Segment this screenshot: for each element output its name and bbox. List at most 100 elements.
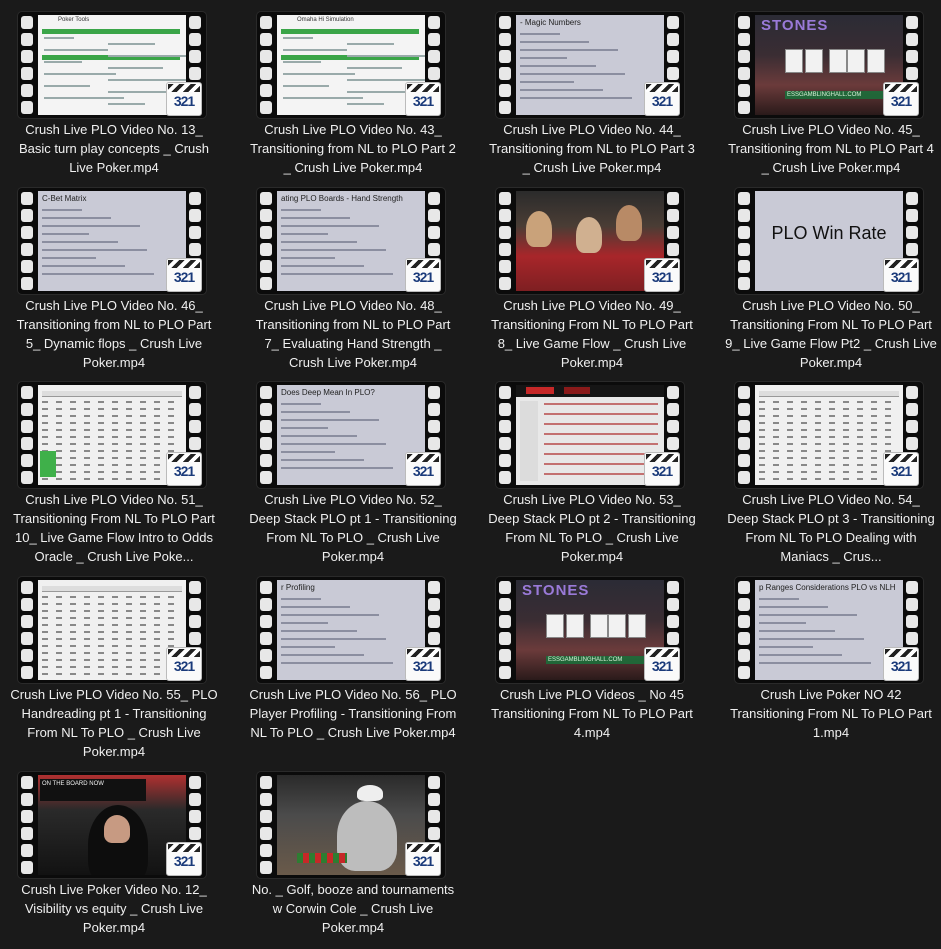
video-frame: p Ranges Considerations PLO vs NLH (755, 580, 903, 680)
film-perforation (738, 386, 752, 484)
film-hole (499, 209, 511, 222)
film-hole (189, 598, 201, 611)
frame-title: Does Deep Mean In PLO? (281, 388, 375, 397)
slide-line (281, 459, 364, 461)
file-name: Crush Live PLO Video No. 48_ Transitioni… (255, 298, 451, 370)
film-hole (667, 67, 679, 80)
film-hole (499, 437, 511, 450)
file-item[interactable]: p Ranges Considerations PLO vs NLH 321 Cru… (725, 565, 941, 745)
frame-title: Omaha Hi Simulation (297, 17, 354, 23)
film-perforation (21, 386, 35, 484)
film-hole (260, 101, 272, 114)
sheet-line (108, 43, 155, 45)
mpc-player-icon: 321 (166, 258, 202, 292)
file-item[interactable]: PLO Win Rate 321 Crush Live PLO Video No. … (725, 176, 941, 370)
video-thumbnail: Does Deep Mean In PLO? 321 (257, 382, 445, 488)
film-hole (21, 632, 33, 645)
site-logo (564, 387, 590, 394)
file-item[interactable]: 321 Crush Live PLO Video No. 53_ Deep Sta… (486, 370, 716, 564)
clapboard-icon (168, 260, 200, 268)
file-item[interactable]: 321 Crush Live PLO Video No. 49_ Transiti… (486, 176, 716, 370)
file-item[interactable]: - Magic Numbers 321 Crush Live PLO Video N… (486, 0, 716, 180)
film-hole (906, 16, 918, 29)
film-hole (21, 776, 33, 789)
file-item[interactable]: STONES ESSGAMBLINGHALL.COM 321 Crush Live P… (725, 0, 941, 180)
table-row (759, 422, 899, 424)
clapboard-icon (885, 260, 917, 268)
frame-title: r Profiling (281, 583, 315, 592)
slide-line (281, 638, 386, 640)
clapboard-icon (407, 844, 439, 852)
film-hole (260, 471, 272, 484)
film-hole (260, 437, 272, 450)
film-hole (906, 50, 918, 63)
film-hole (906, 598, 918, 611)
film-hole (738, 437, 750, 450)
film-hole (21, 793, 33, 806)
film-hole (189, 776, 201, 789)
player-face (104, 815, 130, 843)
clapboard-icon (407, 260, 439, 268)
film-hole (428, 33, 440, 46)
film-hole (499, 581, 511, 594)
video-frame: Does Deep Mean In PLO? (277, 385, 425, 485)
table-row (42, 666, 182, 668)
file-item[interactable]: ON THE BOARD NOW 321 Crush Live Poker Vide… (8, 760, 238, 940)
file-name: Crush Live PLO Video No. 52_ Deep Stack … (249, 492, 457, 564)
film-hole (21, 192, 33, 205)
video-frame: STONES ESSGAMBLINGHALL.COM (516, 580, 664, 680)
table-row (42, 450, 182, 452)
slide-line (281, 249, 386, 251)
film-hole (906, 420, 918, 433)
clapboard-icon (646, 454, 678, 462)
file-item[interactable]: Omaha Hi Simulation 321 Crush Live PLO Vid… (247, 0, 477, 180)
file-item[interactable]: Does Deep Mean In PLO? 321 Crush Live PLO … (247, 370, 477, 564)
file-item[interactable]: r Profiling 321 Crush Live PLO Video No. 5… (247, 565, 477, 745)
file-item[interactable]: 321 Crush Live PLO Video No. 51_ Transiti… (8, 370, 238, 564)
film-hole (21, 84, 33, 97)
slide-line (42, 249, 147, 251)
file-item[interactable]: 321 Crush Live PLO Video No. 55_ PLO Hand… (8, 565, 238, 759)
playing-card (608, 614, 626, 638)
table-row (759, 401, 899, 403)
film-hole (21, 386, 33, 399)
slide-line (281, 622, 328, 624)
film-hole (906, 615, 918, 628)
badge-label: 321 (890, 269, 912, 285)
web-line (544, 463, 658, 465)
sheet-line (44, 61, 82, 63)
video-thumbnail: r Profiling 321 (257, 577, 445, 683)
web-line (544, 423, 658, 425)
film-hole (189, 437, 201, 450)
film-hole (499, 454, 511, 467)
film-hole (499, 615, 511, 628)
film-hole (189, 67, 201, 80)
file-item[interactable]: ating PLO Boards - Hand Strength 321 Crush… (247, 176, 477, 370)
slide-line (759, 622, 806, 624)
file-item[interactable]: C-Bet Matrix 321 Crush Live PLO Video No. … (8, 176, 238, 370)
mpc-player-icon: 321 (644, 82, 680, 116)
file-item[interactable]: 321 Crush Live PLO Video No. 54_ Deep Sta… (725, 370, 941, 564)
table-row (759, 443, 899, 445)
video-frame (516, 191, 664, 291)
video-thumbnail: 321 (735, 382, 923, 488)
film-hole (906, 243, 918, 256)
file-item[interactable]: STONES ESSGAMBLINGHALL.COM 321 Crush Live P… (486, 565, 716, 745)
slide-line (281, 467, 393, 469)
film-hole (21, 581, 33, 594)
film-perforation (499, 16, 513, 114)
film-hole (428, 810, 440, 823)
film-hole (906, 403, 918, 416)
film-hole (260, 598, 272, 611)
file-item[interactable]: 321 No. _ Golf, booze and tournaments w C… (247, 760, 477, 940)
film-hole (21, 810, 33, 823)
file-name: Crush Live Poker NO 42 Transitioning Fro… (730, 687, 932, 740)
file-item[interactable]: Poker Tools 321 Crush Live PLO Video No. 1… (8, 0, 238, 180)
film-hole (738, 454, 750, 467)
film-hole (260, 50, 272, 63)
film-hole (738, 615, 750, 628)
slide-line (520, 41, 589, 43)
film-hole (499, 471, 511, 484)
mpc-player-icon: 321 (883, 647, 919, 681)
clapboard-icon (885, 454, 917, 462)
